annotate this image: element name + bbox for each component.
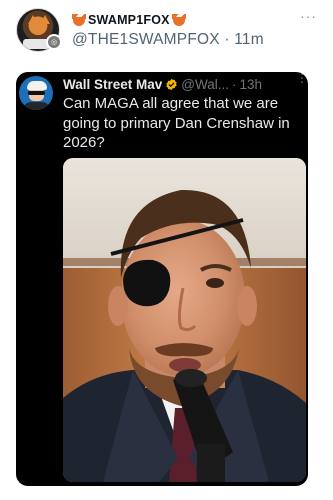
author-handle-row: @THE1SWAMPFOX · 11m bbox=[72, 31, 264, 49]
author-handle[interactable]: @THE1SWAMPFOX bbox=[72, 31, 220, 48]
time-separator: · bbox=[224, 31, 230, 48]
quoted-author-avatar[interactable] bbox=[19, 76, 53, 110]
quoted-post-photo[interactable] bbox=[63, 158, 306, 482]
avatar-suit bbox=[23, 102, 50, 110]
author-name-row[interactable]: SWAMP1FOX bbox=[72, 12, 186, 28]
quoted-time-separator: · bbox=[232, 77, 237, 92]
quoted-post-header: Wall Street Mav @Wal... · 13h bbox=[63, 76, 303, 93]
author-display-name[interactable]: SWAMP1FOX bbox=[88, 13, 170, 27]
avatar-sunglasses bbox=[28, 91, 45, 95]
fox-emoji-icon bbox=[171, 14, 186, 26]
fox-ears-icon bbox=[28, 15, 50, 25]
verified-badge-icon bbox=[166, 78, 177, 91]
avatar-hair bbox=[27, 81, 47, 90]
quoted-post-text: Can MAGA all agree that we are going to … bbox=[63, 95, 290, 151]
quoted-post-time[interactable]: 13h bbox=[240, 77, 263, 92]
quoted-more-icon[interactable]: ⋮ bbox=[296, 72, 308, 84]
avatar-badge-icon: ◎ bbox=[46, 34, 62, 50]
post-header: ◎ SWAMP1FOX @THE1SWAMPFOX · 11m ··· bbox=[0, 0, 333, 60]
fox-emoji-icon bbox=[72, 14, 86, 26]
more-options-icon[interactable]: ··· bbox=[300, 8, 317, 24]
portrait-illustration bbox=[63, 158, 306, 482]
quoted-post-card[interactable]: Wall Street Mav @Wal... · 13h ⋮ Can MAGA… bbox=[16, 72, 308, 486]
post-time[interactable]: 11m bbox=[234, 31, 264, 48]
quoted-display-name[interactable]: Wall Street Mav bbox=[63, 77, 162, 92]
quoted-handle[interactable]: @Wal... bbox=[181, 77, 229, 92]
